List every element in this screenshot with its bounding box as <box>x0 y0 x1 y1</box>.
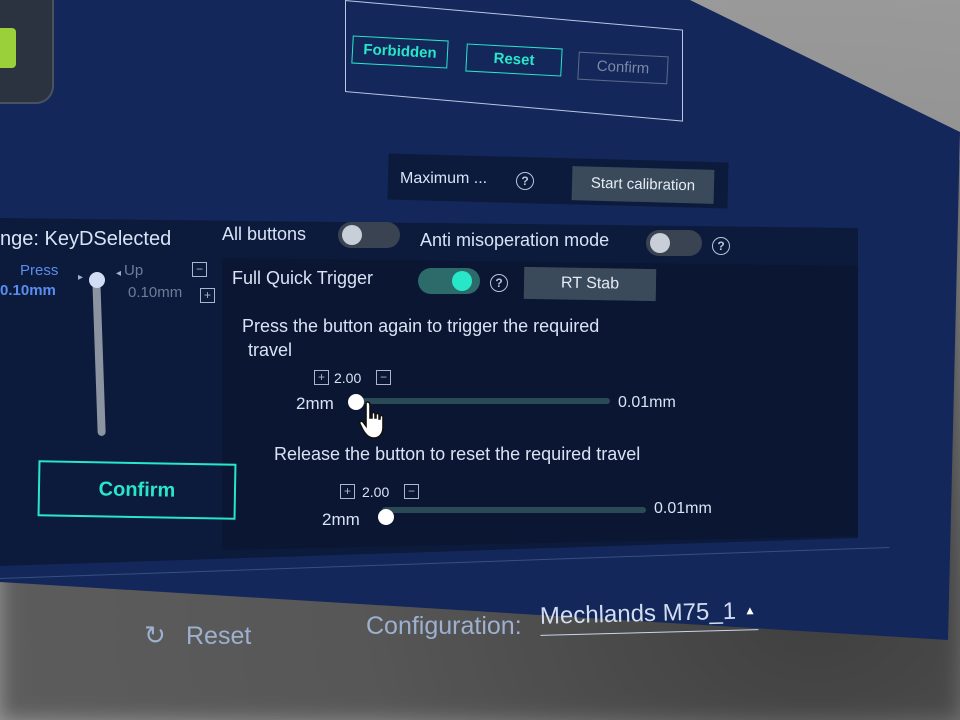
configuration-label: Configuration: <box>366 612 522 640</box>
release-slider-knob[interactable] <box>378 509 394 525</box>
dropdown-arrow-icon: ▲ <box>743 603 757 618</box>
trigger-instruction-cont: travel <box>248 340 293 360</box>
trigger-min-label: 2mm <box>296 394 334 413</box>
trigger-value: 2.00 <box>334 370 362 386</box>
press-label: Press <box>20 262 59 279</box>
trigger-max-label: 0.01mm <box>618 394 676 411</box>
release-instruction: Release the button to reset the required… <box>274 444 641 464</box>
hand-cursor-icon <box>358 401 384 439</box>
maximum-help-icon[interactable]: ? <box>516 172 534 190</box>
dialog-confirm-button[interactable]: Confirm <box>577 51 669 85</box>
configuration-dropdown[interactable]: Mechlands M75_1 ▲ <box>539 597 759 636</box>
release-min-label: 2mm <box>322 510 360 529</box>
forbidden-button[interactable]: Forbidden <box>351 35 449 69</box>
travel-slider-knob[interactable] <box>89 272 105 288</box>
trigger-instruction: Press the button again to trigger the re… <box>242 316 600 336</box>
release-decrease-icon[interactable]: − <box>404 484 419 499</box>
anti-misoperation-label: Anti misoperation mode <box>420 230 610 250</box>
footer-reset-button[interactable]: Reset <box>186 622 251 651</box>
decrease-icon[interactable]: − <box>192 262 207 277</box>
all-buttons-label: All buttons <box>222 224 307 244</box>
full-quick-trigger-help-icon[interactable]: ? <box>490 274 508 292</box>
release-increase-icon[interactable]: + <box>340 484 355 499</box>
anti-misoperation-toggle[interactable] <box>646 230 702 256</box>
release-max-label: 0.01mm <box>654 500 712 517</box>
trigger-increase-icon[interactable]: + <box>314 370 329 385</box>
press-pointer-icon: ▸ <box>78 272 84 283</box>
up-pointer-icon: ◂ <box>116 268 122 279</box>
maximum-label: Maximum ... <box>400 170 488 187</box>
key-confirm-button[interactable]: Confirm <box>37 460 237 520</box>
dialog-reset-button[interactable]: Reset <box>465 43 563 77</box>
start-calibration-button[interactable]: Start calibration <box>571 166 715 204</box>
selected-key-preview[interactable] <box>0 28 16 68</box>
key-range-label: nge: KeyDSelected <box>0 228 172 250</box>
up-label: Up <box>124 262 144 279</box>
up-value: 0.10mm <box>128 284 183 301</box>
rt-stab-button[interactable]: RT Stab <box>523 266 657 302</box>
release-value: 2.00 <box>362 484 390 500</box>
release-travel-slider[interactable] <box>382 507 646 513</box>
full-quick-trigger-label: Full Quick Trigger <box>232 268 374 288</box>
increase-icon[interactable]: + <box>200 288 215 303</box>
configuration-value: Mechlands M75_1 <box>539 597 737 630</box>
all-buttons-toggle[interactable] <box>338 222 400 248</box>
press-value: 0.10mm <box>0 282 56 299</box>
trigger-decrease-icon[interactable]: − <box>376 370 391 385</box>
anti-misoperation-help-icon[interactable]: ? <box>712 237 730 255</box>
full-quick-trigger-toggle[interactable] <box>418 268 480 294</box>
refresh-icon[interactable]: ↻ <box>144 620 166 651</box>
